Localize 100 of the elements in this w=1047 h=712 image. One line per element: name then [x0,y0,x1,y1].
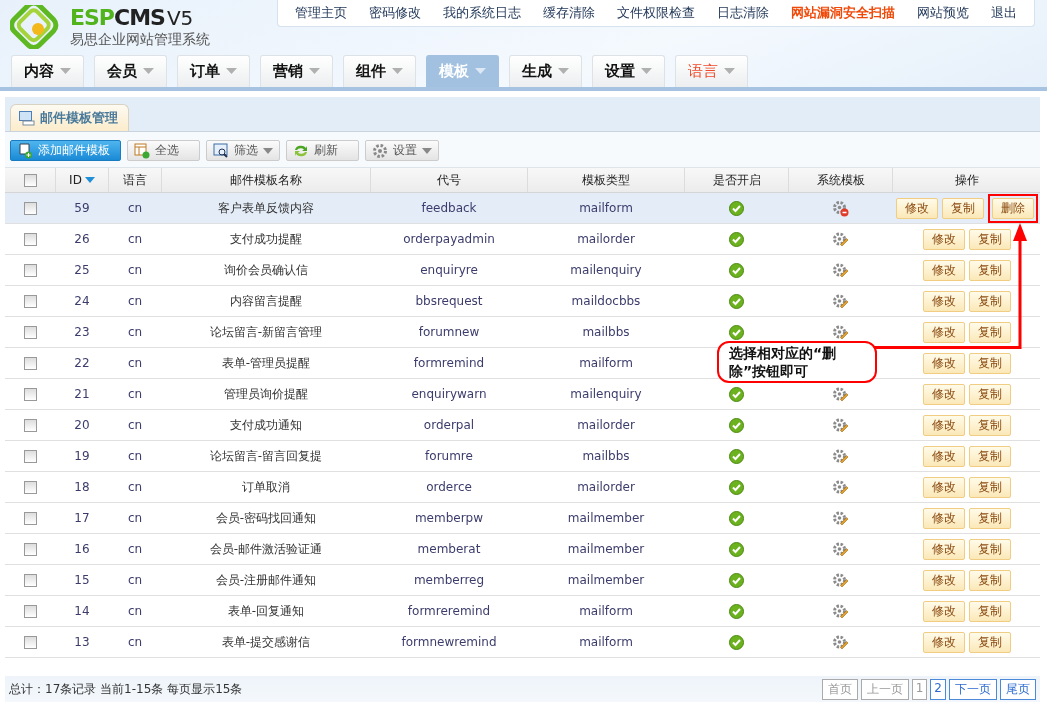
row-checkbox[interactable] [23,418,37,432]
pager-link[interactable]: 下一页 [949,678,997,700]
nav-tab[interactable]: 组件 [343,55,416,87]
search-icon [213,142,229,159]
table-cell: cn [127,480,143,494]
table-cell: mailbbs [582,325,630,339]
action-button[interactable]: 复制 [968,290,1011,312]
toolbar-button[interactable]: 设置 [365,140,439,161]
row-checkbox[interactable] [23,387,37,401]
monitor-icon [19,110,35,126]
table-cell: mailorder [577,418,635,432]
column-header[interactable]: 邮件模板名称 [230,171,302,189]
action-button[interactable]: 删除 [991,197,1034,219]
row-checkbox[interactable] [23,604,37,618]
action-button[interactable]: 修改 [895,197,938,219]
action-button[interactable]: 复制 [968,352,1011,374]
table-row[interactable]: 59 cn 客户表单反馈内容 feedback mailform 修改 复制 删除 [5,193,1040,224]
action-button[interactable]: 复制 [968,600,1011,622]
row-checkbox[interactable] [23,325,37,339]
table-cell: 19 [74,449,90,463]
nav-tab[interactable]: 营销 [260,55,333,87]
action-button[interactable]: 修改 [922,476,965,498]
action-button[interactable]: 复制 [968,445,1011,467]
top-link[interactable]: 日志清除 [706,4,780,22]
action-button[interactable]: 复制 [968,631,1011,653]
action-button[interactable]: 复制 [968,259,1011,281]
action-button[interactable]: 复制 [968,569,1011,591]
row-checkbox[interactable] [23,356,37,370]
top-link[interactable]: 缓存清除 [532,4,606,22]
top-link[interactable]: 网站漏洞安全扫描 [780,4,906,22]
row-checkbox[interactable] [23,635,37,649]
row-checkbox[interactable] [23,232,37,246]
action-button[interactable]: 修改 [922,507,965,529]
action-button[interactable]: 复制 [968,228,1011,250]
row-checkbox[interactable] [23,294,37,308]
column-header[interactable]: 操作 [954,171,979,189]
caret-icon [60,68,71,75]
action-button[interactable]: 修改 [922,445,965,467]
action-button[interactable]: 修改 [922,228,965,250]
table-cell: mailenquiry [570,263,642,277]
column-header[interactable]: 系统模板 [816,171,865,189]
table-cell: 17 [74,511,90,525]
column-header[interactable]: 模板类型 [582,171,630,189]
table-cell: 26 [74,232,90,246]
row-checkbox[interactable] [23,480,37,494]
table-cell: 23 [74,325,90,339]
table-cell: cn [127,263,143,277]
action-button[interactable]: 复制 [968,321,1011,343]
action-button[interactable]: 修改 [922,321,965,343]
action-button[interactable]: 复制 [968,476,1011,498]
top-link[interactable]: 我的系统日志 [432,4,532,22]
row-checkbox[interactable] [23,542,37,556]
select-all-checkbox[interactable] [23,173,37,187]
row-checkbox[interactable] [23,573,37,587]
top-link[interactable]: 网站预览 [906,4,980,22]
toolbar-button[interactable]: 刷新 [286,140,359,161]
page-number[interactable]: 2 [930,678,946,700]
top-link[interactable]: 密码修改 [358,4,432,22]
action-button[interactable]: 修改 [922,290,965,312]
action-button[interactable]: 复制 [968,507,1011,529]
column-header[interactable]: 代号 [437,171,461,189]
table-cell: cn [127,449,143,463]
toolbar-button[interactable]: 筛选 [206,140,280,161]
top-link[interactable]: 文件权限检查 [606,4,706,22]
panel-tab[interactable]: 邮件模板管理 [10,104,129,131]
nav-tab[interactable]: 生成 [509,55,582,87]
pager-link[interactable]: 尾页 [1000,678,1036,700]
column-header[interactable]: ID [69,173,82,187]
row-checkbox[interactable] [23,201,37,215]
row-checkbox[interactable] [23,263,37,277]
action-button[interactable]: 复制 [941,197,984,219]
column-header[interactable]: 语言 [123,171,147,189]
column-header[interactable]: 是否开启 [712,171,761,189]
nav-tab[interactable]: 内容 [11,55,84,87]
nav-tab[interactable]: 设置 [592,55,665,87]
table-cell: mailorder [577,480,635,494]
action-button[interactable]: 修改 [922,259,965,281]
action-button[interactable]: 修改 [922,569,965,591]
action-button[interactable]: 复制 [968,414,1011,436]
top-link[interactable]: 退出 [980,4,1028,22]
nav-tab[interactable]: 会员 [94,55,167,87]
toolbar-button[interactable]: 全选 [127,140,200,161]
table-cell: 22 [74,356,90,370]
row-checkbox[interactable] [23,449,37,463]
action-button[interactable]: 复制 [968,383,1011,405]
action-button[interactable]: 复制 [968,538,1011,560]
record-summary: 总计：17条记录 当前1-15条 每页显示15条 [9,680,243,698]
action-button[interactable]: 修改 [922,383,965,405]
row-checkbox[interactable] [23,511,37,525]
table-cell: 18 [74,480,90,494]
table-cell: 59 [74,201,90,215]
nav-tab[interactable]: 订单 [177,55,250,87]
top-link[interactable]: 管理主页 [284,4,358,22]
action-button[interactable]: 修改 [922,538,965,560]
action-button[interactable]: 修改 [922,600,965,622]
action-button[interactable]: 修改 [922,352,965,374]
caret-icon [143,68,154,75]
action-button[interactable]: 修改 [922,631,965,653]
action-button[interactable]: 修改 [922,414,965,436]
nav-tab[interactable]: 语言 [675,55,748,87]
